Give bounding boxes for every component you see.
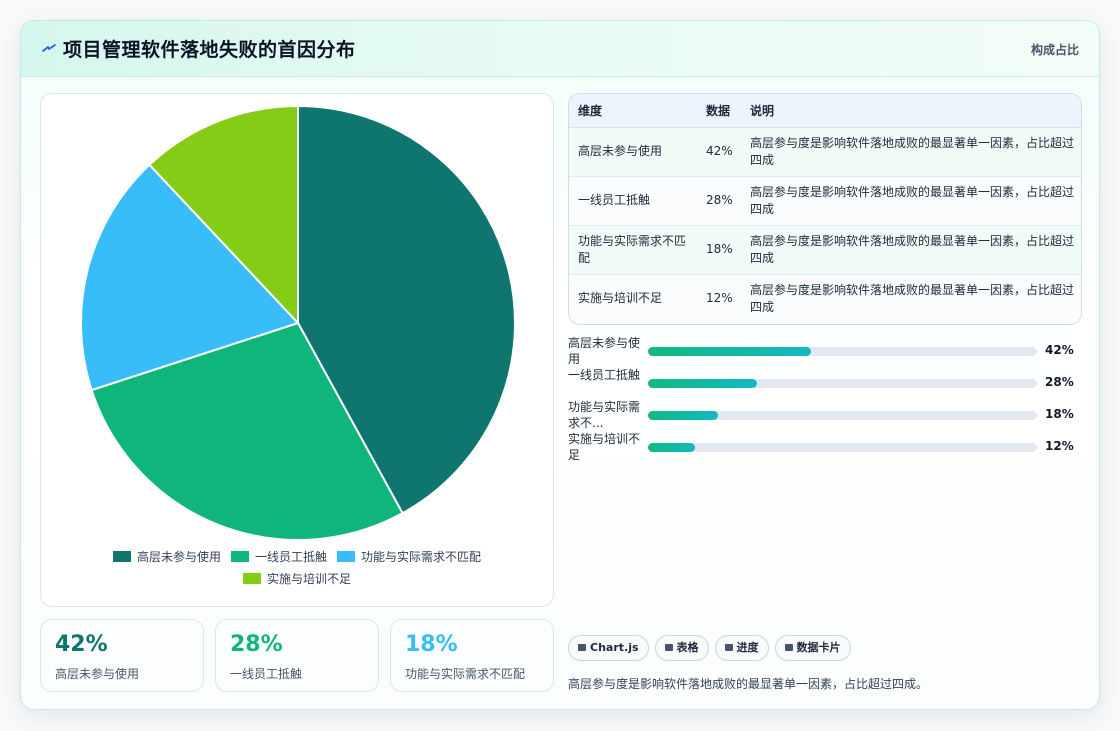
column-header-description: 说明 <box>741 94 1081 128</box>
tag-label: 数据卡片 <box>796 641 841 654</box>
table-row: 功能与实际需求不匹配 18% 高层参与度是影响软件落地成败的最显著单一因素，占比… <box>569 225 1081 275</box>
progress-row: 实施与培训不足 12% <box>568 431 1082 465</box>
progress-label: 高层未参与使用 <box>568 336 641 366</box>
table-cell: 高层参与度是影响软件落地成败的最显著单一因素，占比超过四成 <box>741 127 1081 177</box>
main-card: 项目管理软件落地失败的首因分布 构成占比 高层未参与使用 一线员工抵触 功能与实际需… <box>20 20 1100 710</box>
pie-chart-panel: 高层未参与使用 一线员工抵触 功能与实际需求不匹配 实施与培训不足 <box>40 93 554 607</box>
table-cell: 高层参与度是影响软件落地成败的最显著单一因素，占比超过四成 <box>741 225 1081 275</box>
stat-card: 28% 一线员工抵触 <box>215 619 379 692</box>
progress-fill <box>648 379 757 388</box>
table-cell: 高层参与度是影响软件落地成败的最显著单一因素，占比超过四成 <box>741 274 1081 323</box>
legend-swatch <box>242 573 261 584</box>
table-icon <box>664 644 673 651</box>
table-cell: 18% <box>697 225 741 275</box>
tag-label: Chart.js <box>590 641 639 654</box>
summary-footnote: 高层参与度是影响软件落地成败的最显著单一因素，占比超过四成。 <box>568 677 929 691</box>
progress-fill <box>648 411 719 420</box>
progress-percent: 28% <box>1045 375 1074 389</box>
progress-fill <box>648 443 695 452</box>
stat-value: 28% <box>230 632 283 657</box>
table-cell: 28% <box>697 176 741 226</box>
table-cell: 一线员工抵触 <box>569 176 697 226</box>
sparkle-icon <box>784 644 793 651</box>
stat-card: 18% 功能与实际需求不匹配 <box>390 619 554 692</box>
legend-swatch <box>337 551 355 562</box>
stat-label: 高层未参与使用 <box>55 667 140 681</box>
data-table: 维度 数据 说明 高层未参与使用 42% 高层参与度是影响软件落地成败的最显著单… <box>568 93 1082 325</box>
progress-label: 功能与实际需求不... <box>568 400 641 430</box>
progress-icon <box>724 644 733 651</box>
table-cell: 高层未参与使用 <box>569 127 697 177</box>
stat-label: 功能与实际需求不匹配 <box>405 667 526 681</box>
progress-percent: 12% <box>1045 439 1074 453</box>
tag-进度[interactable]: 进度 <box>714 635 769 661</box>
legend-label: 一线员工抵触 <box>254 550 327 564</box>
table-cell: 42% <box>697 127 741 177</box>
table-cell: 实施与培训不足 <box>569 274 697 323</box>
stat-card: 42% 高层未参与使用 <box>40 619 204 692</box>
card-header: 项目管理软件落地失败的首因分布 构成占比 <box>21 21 1099 77</box>
progress-track <box>648 379 1037 388</box>
legend-item[interactable]: 功能与实际需求不匹配 <box>337 546 481 568</box>
table-row: 高层未参与使用 42% 高层参与度是影响软件落地成败的最显著单一因素，占比超过四… <box>569 127 1081 177</box>
progress-track <box>648 347 1037 356</box>
legend-swatch <box>112 551 131 562</box>
progress-fill <box>648 347 812 356</box>
progress-track <box>648 411 1037 420</box>
progress-percent: 18% <box>1045 407 1074 421</box>
chart-legend: 高层未参与使用 一线员工抵触 功能与实际需求不匹配 实施与培训不足 <box>41 546 553 590</box>
table-row: 实施与培训不足 12% 高层参与度是影响软件落地成败的最显著单一因素，占比超过四… <box>569 274 1081 323</box>
legend-item[interactable]: 实施与培训不足 <box>242 568 351 590</box>
progress-label: 一线员工抵触 <box>568 368 641 382</box>
pie-chart <box>80 104 517 541</box>
legend-item[interactable]: 高层未参与使用 <box>112 546 221 568</box>
tag-表格[interactable]: 表格 <box>654 635 709 661</box>
progress-row: 高层未参与使用 42% <box>568 335 1082 369</box>
progress-label: 实施与培训不足 <box>568 432 641 462</box>
column-header-dimension: 维度 <box>569 94 697 128</box>
table-row: 一线员工抵触 28% 高层参与度是影响软件落地成败的最显著单一因素，占比超过四成 <box>569 176 1081 226</box>
progress-row: 一线员工抵触 28% <box>568 367 1082 401</box>
tag-数据卡片[interactable]: 数据卡片 <box>774 635 851 661</box>
lightning-icon <box>42 44 56 52</box>
tag-Chart.js[interactable]: Chart.js <box>568 635 649 661</box>
table-cell: 功能与实际需求不匹配 <box>569 225 697 275</box>
table-header-row: 维度 数据 说明 <box>569 94 1081 128</box>
tag-label: 进度 <box>736 641 759 654</box>
legend-label: 功能与实际需求不匹配 <box>361 550 482 564</box>
legend-label: 实施与培训不足 <box>266 572 351 586</box>
stat-label: 一线员工抵触 <box>230 667 303 681</box>
legend-swatch <box>230 551 249 562</box>
page-title: 项目管理软件落地失败的首因分布 <box>63 39 356 61</box>
table-cell: 高层参与度是影响软件落地成败的最显著单一因素，占比超过四成 <box>741 176 1081 226</box>
stat-value: 42% <box>55 632 108 657</box>
stat-value: 18% <box>405 632 458 657</box>
progress-track <box>648 443 1037 452</box>
legend-item[interactable]: 一线员工抵触 <box>230 546 327 568</box>
column-header-data: 数据 <box>697 94 741 128</box>
progress-row: 功能与实际需求不... 18% <box>568 399 1082 433</box>
chart-icon <box>578 644 586 651</box>
feature-tags: Chart.js 表格 进度 数据卡片 <box>568 635 857 661</box>
tag-label: 表格 <box>676 641 699 654</box>
legend-label: 高层未参与使用 <box>136 550 221 564</box>
progress-percent: 42% <box>1045 343 1074 357</box>
composition-label: 构成占比 <box>1030 43 1079 57</box>
table-cell: 12% <box>697 274 741 323</box>
